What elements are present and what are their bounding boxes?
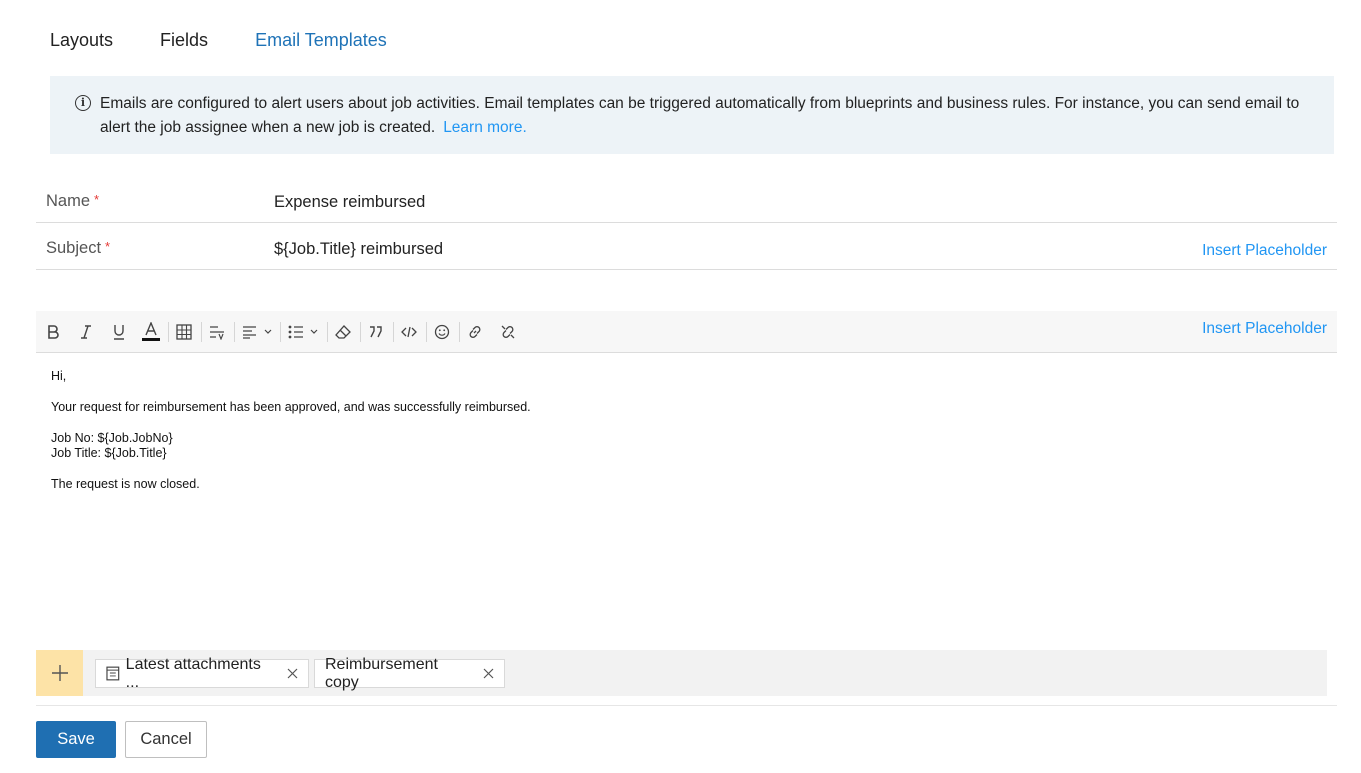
align-dropdown-icon[interactable] (241, 321, 275, 343)
tab-bar: Layouts Fields Email Templates (50, 30, 387, 51)
toolbar-divider (327, 322, 328, 342)
learn-more-link[interactable]: Learn more. (443, 119, 527, 136)
required-mark: * (94, 192, 100, 207)
body-line: Job No: ${Job.JobNo} (51, 431, 173, 445)
code-icon[interactable] (400, 321, 418, 343)
email-body-editor[interactable]: Hi, Your request for reimbursement has b… (51, 369, 1321, 508)
body-greeting: Hi, (51, 369, 67, 383)
toolbar-divider (201, 322, 202, 342)
toolbar-divider (234, 322, 235, 342)
font-color-icon[interactable] (142, 321, 160, 343)
body-line: Your request for reimbursement has been … (51, 400, 531, 414)
toolbar-divider (280, 322, 281, 342)
underline-icon[interactable] (111, 321, 127, 343)
document-icon (106, 666, 120, 681)
info-text: Emails are configured to alert users abo… (100, 92, 1310, 140)
quote-icon[interactable] (367, 321, 385, 343)
cancel-button[interactable]: Cancel (125, 721, 207, 758)
name-input[interactable]: Expense reimbursed (274, 193, 425, 212)
toolbar-divider (360, 322, 361, 342)
subject-field-row: Subject * ${Job.Title} reimbursed Insert … (36, 224, 1337, 270)
toolbar-insert-placeholder-link[interactable]: Insert Placeholder (1202, 320, 1327, 338)
toolbar-divider (168, 322, 169, 342)
remove-attachment-icon[interactable] (483, 668, 494, 679)
remove-attachment-icon[interactable] (287, 668, 298, 679)
required-mark: * (105, 239, 111, 254)
editor-toolbar: Insert Placeholder (36, 311, 1337, 353)
attachment-label: Reimbursement copy (325, 655, 438, 691)
tab-fields[interactable]: Fields (160, 30, 208, 51)
subject-label: Subject * (46, 239, 111, 257)
info-banner: i Emails are configured to alert users a… (50, 76, 1334, 154)
attachment-label: Latest attachments ... (125, 655, 261, 691)
emoji-icon[interactable] (433, 321, 451, 343)
attachments-bar: Latest attachments ... Reimbursement cop… (36, 650, 1327, 696)
name-label: Name * (46, 192, 100, 210)
subject-input[interactable]: ${Job.Title} reimbursed (274, 240, 443, 259)
bold-icon[interactable] (46, 321, 60, 343)
body-line: The request is now closed. (51, 477, 200, 491)
info-message: Emails are configured to alert users abo… (100, 95, 1300, 136)
tab-layouts[interactable]: Layouts (50, 30, 113, 51)
name-field-row: Name * Expense reimbursed (36, 177, 1337, 223)
attachment-chip[interactable]: Latest attachments ... (95, 656, 309, 691)
info-icon: i (75, 95, 91, 111)
toolbar-divider (426, 322, 427, 342)
toolbar-divider (459, 322, 460, 342)
body-line: Job Title: ${Job.Title} (51, 446, 167, 460)
plus-icon (51, 665, 68, 681)
toolbar-divider (393, 322, 394, 342)
list-dropdown-icon[interactable] (287, 321, 321, 343)
eraser-icon[interactable] (334, 321, 352, 343)
divider (36, 705, 1337, 706)
attachment-chip[interactable]: Reimbursement copy (314, 656, 505, 691)
save-button[interactable]: Save (36, 721, 116, 758)
tab-email-templates[interactable]: Email Templates (255, 30, 387, 51)
table-icon[interactable] (175, 321, 193, 343)
line-height-icon[interactable] (208, 321, 226, 343)
unlink-icon[interactable] (499, 321, 517, 343)
link-icon[interactable] (466, 321, 484, 343)
add-attachment-button[interactable] (36, 650, 83, 696)
italic-icon[interactable] (79, 321, 93, 343)
subject-insert-placeholder-link[interactable]: Insert Placeholder (1202, 242, 1327, 260)
